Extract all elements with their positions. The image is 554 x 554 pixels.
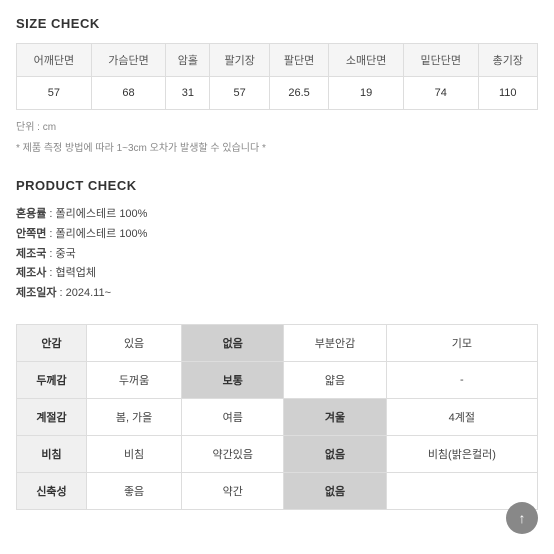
measurement-note: * 제품 측정 방법에 따라 1~3cm 오차가 발생할 수 있습니다 * — [16, 139, 538, 154]
unit-note: 단위 : cm — [16, 118, 538, 133]
product-check-title: PRODUCT CHECK — [16, 178, 538, 193]
size-value-cell: 31 — [166, 77, 210, 110]
check-grid-option: 없음 — [284, 435, 386, 472]
check-grid-option: 비침(밝은컬러) — [386, 435, 537, 472]
check-grid-option: 비침 — [87, 435, 182, 472]
size-value-cell: 19 — [329, 77, 404, 110]
check-grid-option: 봄, 가을 — [87, 398, 182, 435]
size-check-title: SIZE CHECK — [16, 16, 538, 31]
size-header-cell: 밑단단면 — [403, 44, 478, 77]
check-grid-label: 두께감 — [17, 361, 87, 398]
size-header-cell: 총기장 — [478, 44, 537, 77]
check-grid-option: 좋음 — [87, 472, 182, 509]
check-grid-label: 계절감 — [17, 398, 87, 435]
check-grid-option: - — [386, 361, 537, 398]
size-check-section: SIZE CHECK 어깨단면가슴단면암홀팔기장팔단면소매단면밑단단면총기장 5… — [16, 16, 538, 154]
product-check-section: PRODUCT CHECK 혼용률 : 폴리에스테르 100%안쪽면 : 폴리에… — [16, 178, 538, 510]
size-header-cell: 팔단면 — [269, 44, 328, 77]
size-value-cell: 74 — [403, 77, 478, 110]
check-grid-option: 겨울 — [284, 398, 386, 435]
check-grid-option: 약간 — [182, 472, 284, 509]
size-value-cell: 57 — [210, 77, 269, 110]
size-header-cell: 소매단면 — [329, 44, 404, 77]
check-grid-option: 없음 — [284, 472, 386, 509]
check-grid-option: 부분안감 — [284, 324, 386, 361]
size-value-cell: 57 — [17, 77, 92, 110]
size-header-cell: 암홀 — [166, 44, 210, 77]
check-grid-table: 안감있음없음부분안감기모두께감두꺼움보통얇음-계절감봄, 가을여름겨울4계절비침… — [16, 324, 538, 510]
check-grid-label: 비침 — [17, 435, 87, 472]
size-table: 어깨단면가슴단면암홀팔기장팔단면소매단면밑단단면총기장 5768315726.5… — [16, 43, 538, 110]
check-grid-row: 안감있음없음부분안감기모 — [17, 324, 538, 361]
check-grid-option: 있음 — [87, 324, 182, 361]
product-info: 혼용률 : 폴리에스테르 100%안쪽면 : 폴리에스테르 100%제조국 : … — [16, 205, 538, 304]
check-grid-row: 신축성좋음약간없음 — [17, 472, 538, 509]
size-value-cell: 68 — [91, 77, 166, 110]
check-grid-option: 4계절 — [386, 398, 537, 435]
size-header-cell: 어깨단면 — [17, 44, 92, 77]
check-grid-option: 기모 — [386, 324, 537, 361]
check-grid-row: 비침비침약간있음없음비침(밝은컬러) — [17, 435, 538, 472]
size-header-cell: 가슴단면 — [91, 44, 166, 77]
check-grid-option: 약간있음 — [182, 435, 284, 472]
size-value-cell: 110 — [478, 77, 537, 110]
check-grid-option: 보통 — [182, 361, 284, 398]
check-grid-label: 안감 — [17, 324, 87, 361]
check-grid-row: 두께감두꺼움보통얇음- — [17, 361, 538, 398]
check-grid-option: 없음 — [182, 324, 284, 361]
check-grid-row: 계절감봄, 가을여름겨울4계절 — [17, 398, 538, 435]
product-info-line: 혼용률 : 폴리에스테르 100% — [16, 205, 538, 225]
scroll-top-button[interactable]: ↑ — [506, 502, 538, 534]
product-info-line: 제조국 : 중국 — [16, 245, 538, 265]
product-info-line: 제조일자 : 2024.11~ — [16, 284, 538, 304]
check-grid-option: 여름 — [182, 398, 284, 435]
size-header-cell: 팔기장 — [210, 44, 269, 77]
product-info-line: 제조사 : 협력업체 — [16, 264, 538, 284]
product-info-line: 안쪽면 : 폴리에스테르 100% — [16, 225, 538, 245]
check-grid-option: 두꺼움 — [87, 361, 182, 398]
size-value-cell: 26.5 — [269, 77, 328, 110]
check-grid-option: 얇음 — [284, 361, 386, 398]
check-grid-label: 신축성 — [17, 472, 87, 509]
